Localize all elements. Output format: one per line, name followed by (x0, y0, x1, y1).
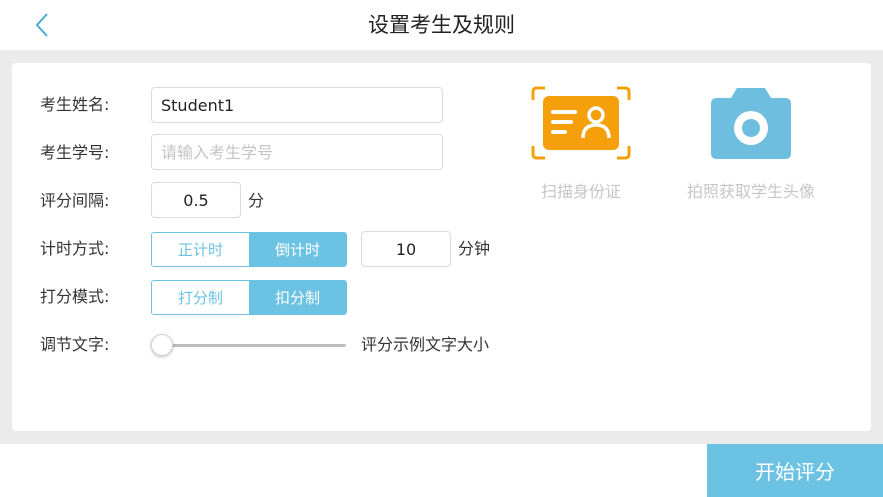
start-scoring-button[interactable]: 开始评分 (707, 444, 883, 497)
take-photo-button[interactable] (709, 85, 793, 165)
timing-minutes-unit: 分钟 (458, 239, 491, 258)
scan-id-button[interactable] (531, 86, 631, 164)
student-id-label: 考生学号: (40, 143, 110, 162)
scoring-mode-label: 打分模式: (40, 287, 110, 306)
scoring-add-option[interactable]: 打分制 (152, 281, 249, 314)
top-bar: 设置考生及规则 (0, 0, 883, 50)
scan-id-label: 扫描身份证 (540, 182, 621, 201)
score-interval-input[interactable] (151, 182, 241, 218)
id-card-scan-icon (531, 86, 631, 160)
scoring-deduct-option[interactable]: 扣分制 (249, 281, 346, 314)
page-title: 设置考生及规则 (368, 13, 515, 37)
timing-mode-segment: 正计时 倒计时 (151, 232, 347, 267)
take-photo-label: 拍照获取学生头像 (686, 182, 815, 201)
font-size-sample-text: 评分示例文字大小 (361, 335, 490, 354)
student-name-label: 考生姓名: (40, 95, 110, 114)
font-size-slider-thumb[interactable] (151, 334, 173, 356)
chevron-left-icon (35, 13, 48, 37)
score-interval-unit: 分 (248, 191, 265, 210)
timing-minutes-input[interactable] (361, 231, 451, 267)
score-interval-label: 评分间隔: (40, 191, 110, 210)
timing-countdown-option[interactable]: 倒计时 (249, 233, 346, 266)
timing-mode-label: 计时方式: (40, 239, 110, 258)
back-button[interactable] (28, 10, 56, 40)
font-size-label: 调节文字: (40, 335, 110, 354)
camera-icon (711, 88, 791, 159)
settings-card: 考生姓名: 考生学号: 评分间隔: 分 计时方式: 正计时 倒计时 分钟 打分模… (12, 63, 871, 431)
timing-count-up-option[interactable]: 正计时 (152, 233, 249, 266)
scoring-mode-segment: 打分制 扣分制 (151, 280, 347, 315)
student-name-input[interactable] (151, 87, 443, 123)
student-id-input[interactable] (151, 134, 443, 170)
font-size-slider-track[interactable] (151, 344, 346, 347)
